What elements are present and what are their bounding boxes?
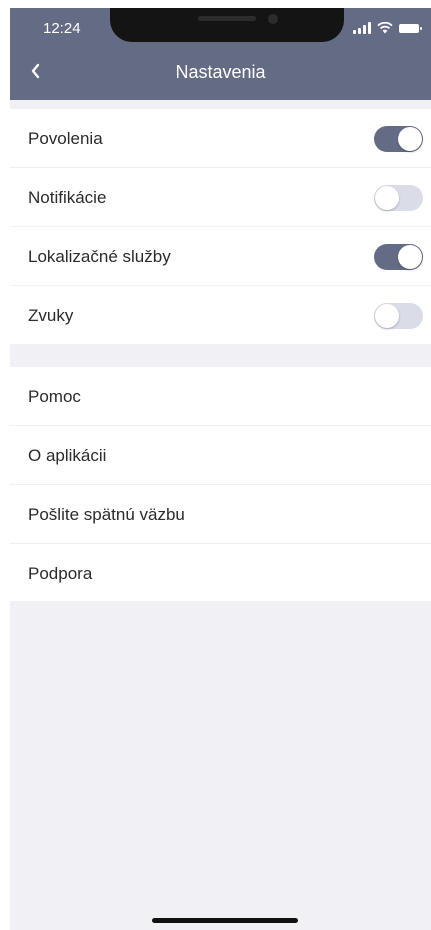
speaker-grille: [198, 16, 256, 21]
toggle-row-lokalizacne-sluzby: Lokalizačné služby: [10, 227, 431, 286]
signal-icon: [353, 22, 371, 34]
list-item-label: Pošlite spätnú väzbu: [28, 505, 185, 524]
toggle-row-notifikacie: Notifikácie: [10, 168, 431, 227]
battery-icon: [399, 24, 422, 33]
app-screen: 12:24 Nastavenia Povolenia Notifikácie L…: [10, 8, 431, 930]
notifications-toggle[interactable]: [374, 185, 423, 211]
device-notch: [110, 8, 344, 42]
toggle-knob: [375, 186, 399, 210]
wifi-icon: [377, 22, 393, 34]
status-time: 12:24: [43, 20, 81, 37]
sounds-toggle[interactable]: [374, 303, 423, 329]
home-indicator[interactable]: [152, 918, 298, 923]
permissions-toggle[interactable]: [374, 126, 423, 152]
list-item-podpora[interactable]: Podpora: [10, 544, 431, 603]
list-item-pomoc[interactable]: Pomoc: [10, 367, 431, 426]
list-item-label: Pomoc: [28, 387, 81, 406]
settings-links-section: Pomoc O aplikácii Pošlite spätnú väzbu P…: [10, 367, 431, 601]
header-bar: Nastavenia: [10, 44, 431, 100]
toggle-label: Notifikácie: [28, 188, 107, 207]
toggle-label: Lokalizačné služby: [28, 247, 171, 266]
location-services-toggle[interactable]: [374, 244, 423, 270]
toggle-label: Zvuky: [28, 306, 74, 325]
toggle-knob: [398, 127, 422, 151]
list-item-o-aplikacii[interactable]: O aplikácii: [10, 426, 431, 485]
toggle-row-povolenia: Povolenia: [10, 109, 431, 168]
list-item-feedback[interactable]: Pošlite spätnú väzbu: [10, 485, 431, 544]
toggle-knob: [398, 245, 422, 269]
toggle-label: Povolenia: [28, 129, 103, 148]
list-item-label: O aplikácii: [28, 446, 107, 465]
status-bar: 12:24: [10, 8, 431, 44]
toggle-knob: [375, 304, 399, 328]
status-icons: [353, 22, 422, 34]
list-item-label: Podpora: [28, 564, 93, 583]
toggle-row-zvuky: Zvuky: [10, 286, 431, 345]
settings-toggles-section: Povolenia Notifikácie Lokalizačné služby…: [10, 109, 431, 344]
camera-icon: [268, 14, 278, 24]
page-title: Nastavenia: [175, 62, 266, 82]
